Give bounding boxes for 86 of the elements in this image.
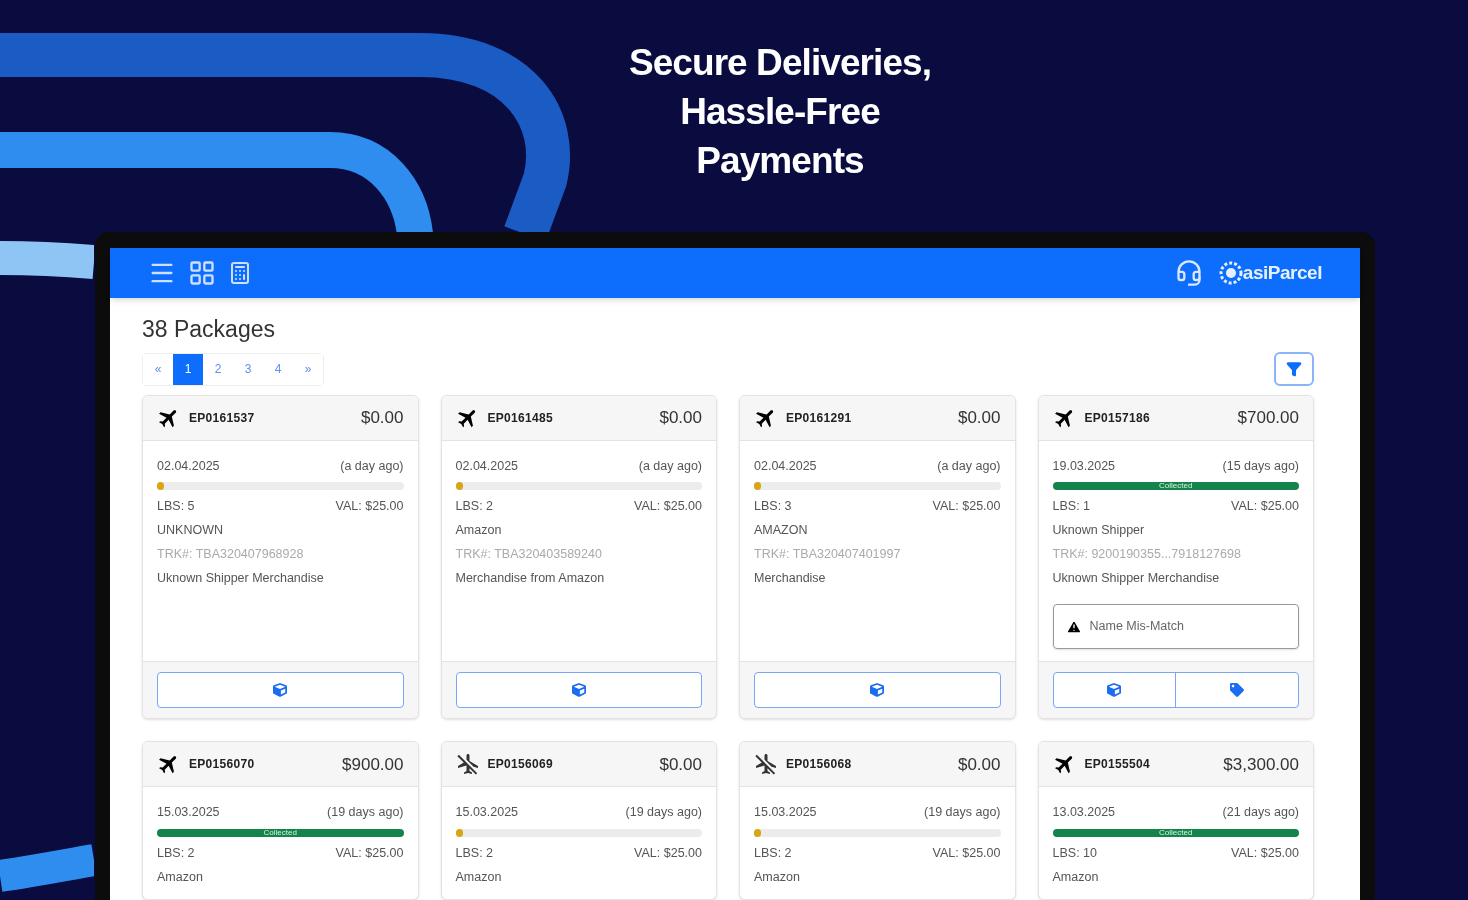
package-shipper: AMAZON xyxy=(754,522,809,539)
grid-icon[interactable] xyxy=(188,259,216,287)
package-age: (15 days ago) xyxy=(1222,457,1299,475)
package-id: EP0156068 xyxy=(786,756,852,774)
package-amount: $0.00 xyxy=(957,406,1001,429)
package-id: EP0161537 xyxy=(189,409,255,427)
package-id: EP0156070 xyxy=(189,756,255,774)
package-age: (19 days ago) xyxy=(625,804,702,822)
package-value: VAL: $25.00 xyxy=(634,845,702,862)
package-description: Uknown Shipper Merchandise xyxy=(1052,569,1221,587)
logo-icon xyxy=(1218,261,1243,285)
tracking-number: TRK#: TBA320407968928 xyxy=(157,545,305,563)
crossed-airplane-icon xyxy=(754,752,778,777)
crossed-airplane-icon xyxy=(455,752,480,777)
package-date: 13.03.2025 xyxy=(1052,804,1116,822)
filter-icon xyxy=(1286,360,1302,377)
package-date: 15.03.2025 xyxy=(455,804,519,822)
package-weight: LBS: 5 xyxy=(157,498,195,516)
package-shipper: Amazon xyxy=(455,522,503,539)
package-amount: $900.00 xyxy=(342,753,404,776)
package-amount: $3,300.00 xyxy=(1223,753,1299,776)
box-icon xyxy=(1107,683,1122,698)
headset-icon[interactable] xyxy=(1174,259,1203,287)
warning-icon xyxy=(1065,618,1082,635)
package-amount: $0.00 xyxy=(957,753,1001,776)
package-shipper: Amazon xyxy=(1052,868,1100,886)
tracking-number: TRK#: 9200190355...7918127698 xyxy=(1052,545,1242,563)
package-value: VAL: $25.00 xyxy=(634,498,702,516)
package-value: VAL: $25.00 xyxy=(1231,498,1299,516)
tracking-number: TRK#: TBA320407401997 xyxy=(754,545,902,563)
package-date: 15.03.2025 xyxy=(157,804,220,822)
alert-text: Name Mis-Match xyxy=(1089,618,1184,636)
package-id: EP0155504 xyxy=(1084,756,1150,774)
package-amount: $0.00 xyxy=(659,406,702,429)
package-id: EP0156069 xyxy=(487,756,553,774)
calculator-icon[interactable] xyxy=(228,259,252,287)
package-age: (a day ago) xyxy=(638,457,702,475)
package-date: 02.04.2025 xyxy=(157,457,220,475)
package-shipper: UNKNOWN xyxy=(157,522,224,539)
package-age: (21 days ago) xyxy=(1222,804,1299,822)
package-shipper: Amazon xyxy=(157,868,204,886)
package-weight: LBS: 3 xyxy=(754,498,792,516)
page-title: 38 Packages xyxy=(142,315,276,344)
package-value: VAL: $25.00 xyxy=(335,498,404,516)
package-shipper: Uknown Shipper xyxy=(1052,522,1146,539)
package-weight: LBS: 10 xyxy=(1052,845,1097,862)
filter-button[interactable] xyxy=(1274,351,1314,386)
package-value: VAL: $25.00 xyxy=(932,498,1001,516)
package-age: (19 days ago) xyxy=(924,804,1001,822)
package-id: EP0161485 xyxy=(487,409,553,427)
package-weight: LBS: 2 xyxy=(754,845,792,862)
tag-icon xyxy=(1230,683,1245,698)
package-value: VAL: $25.00 xyxy=(932,845,1001,862)
package-weight: LBS: 1 xyxy=(1052,498,1091,516)
package-weight: LBS: 2 xyxy=(157,845,195,862)
package-id: EP0161291 xyxy=(786,409,852,427)
package-description: Merchandise from Amazon xyxy=(455,569,606,587)
package-id: EP0157186 xyxy=(1084,409,1150,427)
package-shipper: Amazon xyxy=(455,868,503,886)
package-description: Merchandise xyxy=(754,569,827,587)
package-date: 15.03.2025 xyxy=(754,804,817,822)
package-date: 19.03.2025 xyxy=(1052,457,1116,475)
tracking-number: TRK#: TBA320403589240 xyxy=(455,545,603,563)
package-date: 02.04.2025 xyxy=(455,457,519,475)
page-button[interactable]: 1 xyxy=(173,353,203,385)
package-date: 02.04.2025 xyxy=(754,457,817,475)
package-age: (19 days ago) xyxy=(327,804,404,822)
box-icon xyxy=(571,683,586,698)
package-amount: $0.00 xyxy=(360,406,404,429)
progress-label: Collected xyxy=(1159,482,1193,491)
package-value: VAL: $25.00 xyxy=(335,845,404,862)
package-age: (a day ago) xyxy=(937,457,1001,475)
package-description: Uknown Shipper Merchandise xyxy=(157,569,325,587)
box-icon xyxy=(870,683,885,698)
package-shipper: Amazon xyxy=(754,868,801,886)
package-value: VAL: $25.00 xyxy=(1231,845,1299,862)
box-icon xyxy=(273,683,288,698)
package-age: (a day ago) xyxy=(340,457,404,475)
package-amount: $0.00 xyxy=(659,753,702,776)
package-amount: $700.00 xyxy=(1237,406,1299,429)
package-weight: LBS: 2 xyxy=(455,498,494,516)
package-weight: LBS: 2 xyxy=(455,845,494,862)
brand-name: asiParcel xyxy=(1242,260,1322,285)
progress-label: Collected xyxy=(263,829,297,837)
progress-label: Collected xyxy=(1159,829,1193,837)
headline: Secure Deliveries, Hassle-Free Payments xyxy=(628,41,932,183)
